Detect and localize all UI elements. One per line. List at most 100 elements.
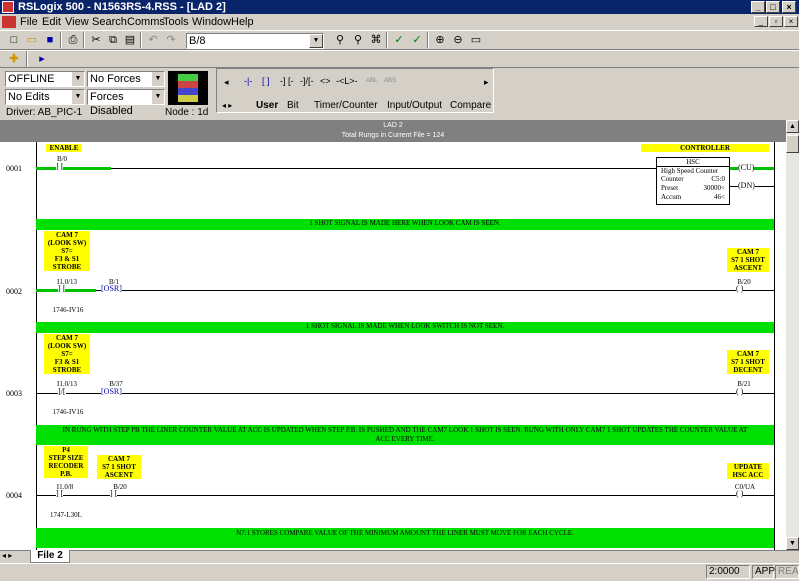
forces-box[interactable]: No Forces ▼: [87, 71, 165, 87]
tab-timer-counter[interactable]: Timer/Counter: [314, 100, 378, 111]
mdi-icon[interactable]: [2, 16, 16, 28]
xic-icon[interactable]: -] [-: [280, 76, 294, 86]
rung-number[interactable]: 0003: [6, 389, 22, 398]
find-icon[interactable]: ⚲: [332, 32, 348, 48]
scroll-up-icon[interactable]: ▲: [786, 120, 799, 133]
window-icon[interactable]: ▭: [468, 32, 484, 48]
otl-icon[interactable]: -<L>-: [336, 76, 358, 86]
input-address[interactable]: I1.0/13: [52, 278, 82, 286]
menu-tools[interactable]: Tools: [163, 16, 189, 28]
xic-contact[interactable]: ] [: [58, 284, 66, 293]
horizontal-scrollbar[interactable]: [0, 550, 799, 563]
module-label: 1747-L30L: [50, 511, 82, 519]
forces-dropdown-icon[interactable]: ▼: [152, 72, 164, 86]
rung-line: [36, 168, 656, 169]
xio-icon[interactable]: -]/[-: [300, 76, 314, 86]
xic-contact[interactable]: ] [: [110, 489, 118, 498]
osr-instruction[interactable]: [OSR]: [101, 387, 122, 396]
close-button[interactable]: ×: [782, 1, 796, 13]
redo-icon[interactable]: ↷: [163, 32, 179, 48]
hsc-accum-value[interactable]: 46<: [714, 193, 725, 201]
menu-edit[interactable]: Edit: [42, 16, 61, 28]
vertical-scrollbar[interactable]: [786, 120, 799, 550]
xic-contact[interactable]: ] [: [56, 489, 64, 498]
input-address[interactable]: I1.0/13: [52, 380, 82, 388]
play-icon[interactable]: ▸: [34, 51, 50, 67]
xio-contact[interactable]: ]/[: [58, 387, 66, 396]
scroll-down-icon[interactable]: ▼: [786, 537, 799, 550]
save-icon[interactable]: ■: [42, 32, 58, 48]
chevron-down-icon[interactable]: ▼: [309, 34, 323, 48]
tab-input-output[interactable]: Input/Output: [387, 100, 442, 111]
osr-instruction[interactable]: [OSR]: [101, 284, 122, 293]
tab-nav-icon[interactable]: ◂ ▸: [222, 101, 232, 110]
hsc-preset-value[interactable]: 30000<: [704, 184, 725, 192]
branch-icon[interactable]: [ ]: [262, 76, 270, 86]
palette-left-icon[interactable]: ◂: [224, 77, 229, 88]
abl-icon[interactable]: ABL: [366, 78, 377, 84]
dn-coil[interactable]: (DN): [738, 181, 755, 190]
menu-view[interactable]: View: [65, 16, 89, 28]
zoom-in-icon[interactable]: ⊕: [432, 32, 448, 48]
find-next-icon[interactable]: ⚲: [350, 32, 366, 48]
verify-file-icon[interactable]: ✓: [409, 32, 425, 48]
address-combo[interactable]: B/8 ▼: [186, 33, 324, 49]
open-folder-icon[interactable]: ▭: [24, 32, 40, 48]
rung-number[interactable]: 0002: [6, 287, 22, 296]
output-label: CAM 7 S7 1 SHOT ASCENT: [727, 248, 769, 272]
menu-file[interactable]: File: [20, 16, 38, 28]
rung-number[interactable]: 0004: [6, 491, 22, 500]
tab-bit[interactable]: Bit: [287, 100, 299, 111]
binoculars-icon[interactable]: ⌘: [368, 32, 384, 48]
edits-dropdown-icon[interactable]: ▼: [72, 90, 84, 104]
ote-coil[interactable]: ( ): [736, 387, 744, 396]
copy-icon[interactable]: ⧉: [105, 32, 121, 48]
left-power-rail: [36, 142, 37, 550]
menu-help[interactable]: Help: [231, 16, 254, 28]
forces-enabled-box[interactable]: Forces Disabled ▼: [87, 89, 165, 117]
paste-icon[interactable]: ▤: [122, 32, 138, 48]
tab-file-2[interactable]: File 2: [30, 550, 70, 563]
menu-bar: File Edit View Search Comms Tools Window…: [0, 14, 799, 30]
rung-number[interactable]: 0001: [6, 164, 22, 173]
menu-comms[interactable]: Comms: [127, 16, 165, 28]
osr-label: OSR: [103, 284, 120, 293]
mdi-restore-button[interactable]: ▫: [769, 16, 783, 27]
mdi-close-button[interactable]: ×: [784, 16, 798, 27]
tab-compare[interactable]: Compare: [450, 100, 491, 111]
edits-box[interactable]: No Edits ▼: [5, 89, 85, 105]
verify-icon[interactable]: ✓: [391, 32, 407, 48]
palette-right-icon[interactable]: ▸: [484, 77, 489, 88]
new-file-icon[interactable]: □: [6, 32, 22, 48]
mode-box[interactable]: OFFLINE ▼: [5, 71, 85, 87]
cut-icon[interactable]: ✂: [88, 32, 104, 48]
ladder-subtitle: Total Rungs in Current File = 124: [341, 132, 445, 139]
cu-coil[interactable]: (CU): [738, 163, 755, 172]
menu-search[interactable]: Search: [92, 16, 127, 28]
maximize-button[interactable]: □: [766, 1, 780, 13]
tab-user[interactable]: User: [256, 100, 278, 111]
add-icon[interactable]: ✚: [6, 51, 22, 67]
tab-scroll-icon[interactable]: ◂ ▸: [2, 551, 12, 560]
scroll-thumb[interactable]: [786, 135, 799, 153]
zoom-out-icon[interactable]: ⊖: [450, 32, 466, 48]
hsc-counter-value[interactable]: C5:0: [711, 175, 725, 183]
menu-window[interactable]: Window: [192, 16, 231, 28]
mdi-minimize-button[interactable]: _: [754, 16, 768, 27]
undo-icon[interactable]: ↶: [145, 32, 161, 48]
rung-energized: [36, 167, 111, 170]
minimize-button[interactable]: _: [751, 1, 765, 13]
ote-coil[interactable]: ( ): [736, 489, 744, 498]
cu-label: CU: [740, 163, 752, 172]
rung-icon[interactable]: -|-: [244, 76, 252, 86]
abs-icon[interactable]: ABS: [384, 78, 396, 84]
xic-contact[interactable]: ] [: [56, 162, 64, 171]
app-icon: [2, 1, 14, 13]
module-label: 1746-IV16: [52, 408, 84, 416]
ote-coil[interactable]: ( ): [736, 284, 744, 293]
print-icon[interactable]: ⎙: [65, 32, 81, 48]
forces-enabled-dropdown-icon[interactable]: ▼: [152, 90, 164, 104]
hsc-block[interactable]: HSC High Speed Counter Counter C5:0 Prese…: [656, 157, 730, 205]
ote-icon[interactable]: <>: [320, 76, 331, 86]
mode-dropdown-icon[interactable]: ▼: [72, 72, 84, 86]
